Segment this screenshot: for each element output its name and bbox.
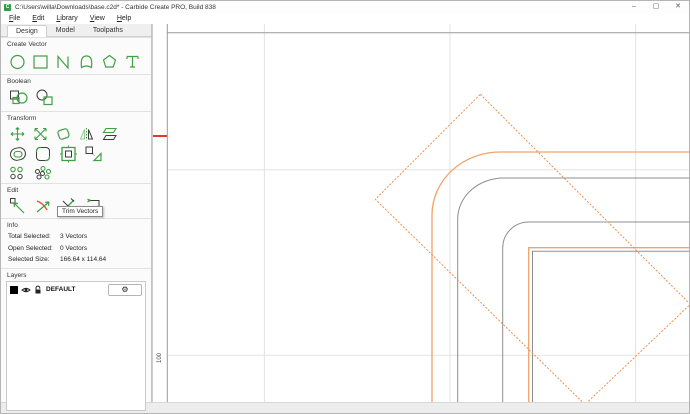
menu-view[interactable]: View (84, 15, 111, 22)
menu-bar: File Edit Library View Help (1, 13, 689, 24)
info-row-open-selected: Open Selected: 0 Vectors (5, 243, 147, 255)
section-title: Edit (7, 187, 19, 194)
tab-row: Design Model Toolpaths (1, 24, 151, 37)
gear-icon[interactable]: ⚙ (108, 283, 142, 296)
mirror-icon[interactable] (77, 125, 96, 143)
info-row-total-selected: Total Selected: 3 Vectors (5, 231, 147, 243)
section-layers: Layers DEFAULT ⚙ (1, 267, 151, 411)
boolean-union-icon[interactable] (8, 88, 30, 108)
tooltip-trim-vectors: Trim Vectors (57, 206, 104, 217)
section-title: Transform (7, 115, 37, 122)
minimize-button[interactable]: – (623, 1, 645, 13)
circle-tool-icon[interactable] (8, 52, 27, 71)
info-label: Selected Size: (8, 256, 50, 263)
section-title: Boolean (7, 78, 31, 85)
menu-edit[interactable]: Edit (26, 15, 50, 22)
layers-list: DEFAULT ⚙ (6, 280, 146, 411)
move-icon[interactable] (8, 125, 27, 143)
flip-icon[interactable] (100, 125, 119, 143)
title-bar: C C:\Users\willa\Downloads\base.c2d* - C… (1, 1, 689, 13)
eye-icon[interactable] (21, 286, 31, 294)
offset-vectors-icon[interactable] (8, 144, 29, 164)
boolean-subtract-icon[interactable] (34, 88, 56, 108)
section-title: Layers (7, 271, 27, 279)
grid-lines (167, 24, 689, 402)
menu-library[interactable]: Library (50, 15, 83, 22)
layer-color-swatch[interactable] (10, 285, 18, 294)
scale-icon[interactable] (31, 125, 50, 143)
info-value: 3 Vectors (60, 233, 88, 240)
maximize-button[interactable]: ▢ (645, 1, 667, 13)
node-edit-icon[interactable] (8, 196, 29, 216)
circular-array-icon[interactable] (32, 165, 54, 181)
polygon-tool-icon[interactable] (100, 52, 119, 71)
fillet-icon[interactable] (33, 144, 54, 164)
info-value: 0 Vectors (60, 244, 88, 252)
info-value: 166.64 x 114.64 (60, 256, 107, 263)
window-controls: – ▢ ✕ (623, 1, 689, 13)
curve-tool-icon[interactable] (77, 52, 96, 71)
menu-help[interactable]: Help (111, 15, 137, 22)
vertical-ruler (152, 24, 167, 402)
tab-model[interactable]: Model (47, 24, 84, 36)
app-icon: C (4, 3, 11, 11)
vector-inner-rect-gray[interactable] (532, 250, 690, 402)
vector-outer-rounded-rect-selected[interactable] (431, 151, 689, 402)
curve-edit-icon[interactable] (33, 196, 54, 216)
sidebar: Design Model Toolpaths Create Vector Boo… (1, 24, 152, 411)
ruler-label-100: 100 (157, 352, 163, 363)
canvas-drawing: 100 (152, 24, 689, 402)
tab-toolpaths[interactable]: Toolpaths (84, 24, 132, 36)
polyline-tool-icon[interactable] (54, 52, 73, 71)
info-label: Total Selected: (8, 233, 51, 240)
rotate-icon[interactable] (54, 125, 73, 143)
text-tool-icon[interactable] (123, 52, 142, 71)
close-button[interactable]: ✕ (667, 1, 689, 13)
unlock-icon[interactable] (34, 285, 43, 294)
section-title: Info (7, 222, 18, 229)
section-create-vector: Create Vector (1, 37, 151, 74)
rectangle-tool-icon[interactable] (31, 52, 50, 71)
tab-design[interactable]: Design (7, 25, 47, 37)
app-window: C C:\Users\willa\Downloads\base.c2d* - C… (0, 0, 690, 414)
align-vectors-icon[interactable] (58, 144, 79, 164)
linear-array-icon[interactable] (8, 165, 28, 181)
resize-icon[interactable] (83, 144, 104, 164)
vector-inner-rect-selected[interactable] (528, 247, 689, 402)
vector-rounded-rect-gray-1[interactable] (457, 177, 689, 402)
layer-name: DEFAULT (46, 286, 76, 293)
design-canvas[interactable]: 100 (152, 24, 689, 402)
layer-row[interactable]: DEFAULT ⚙ (7, 282, 145, 298)
menu-file[interactable]: File (3, 15, 26, 22)
section-transform: Transform (1, 111, 151, 183)
vector-rounded-rect-gray-2[interactable] (502, 221, 689, 402)
window-title: C:\Users\willa\Downloads\base.c2d* - Car… (15, 3, 216, 11)
info-label: Open Selected: (8, 244, 53, 252)
section-boolean: Boolean (1, 74, 151, 111)
info-row-selected-size: Selected Size: 166.64 x 114.64 (5, 254, 147, 266)
section-title: Create Vector (7, 41, 47, 48)
section-info: Info Total Selected: 3 Vectors Open Sele… (1, 218, 151, 268)
